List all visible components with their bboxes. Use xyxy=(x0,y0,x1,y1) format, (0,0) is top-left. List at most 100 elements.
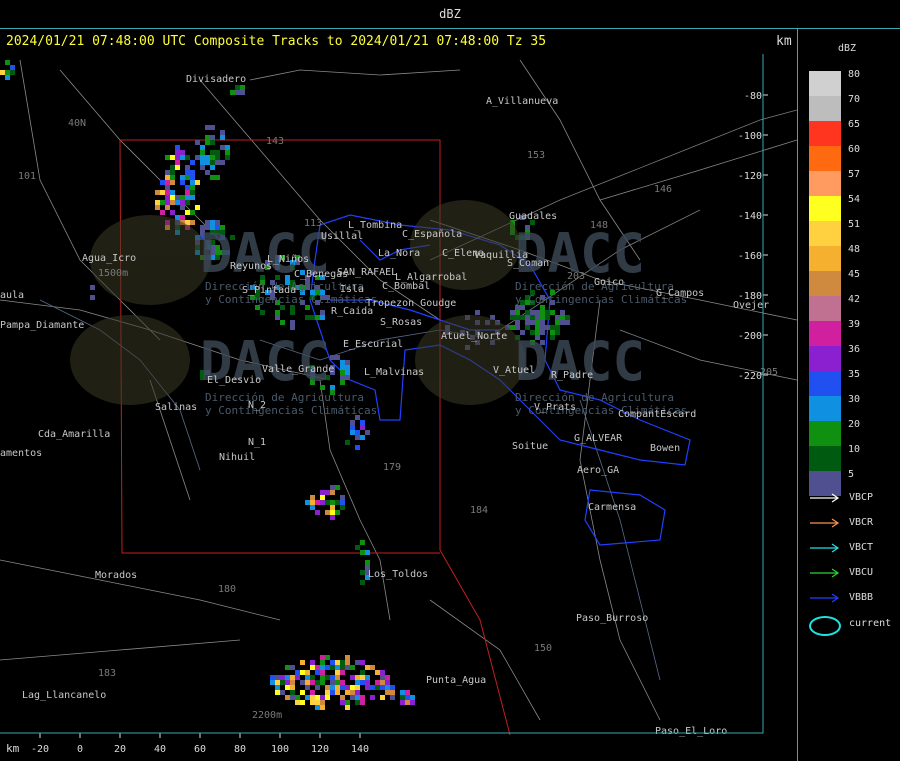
echo-pixel xyxy=(325,675,330,680)
echo-pixel xyxy=(385,675,390,680)
echo-pixel xyxy=(340,660,345,665)
echo-pixel xyxy=(385,680,390,685)
echo-pixel xyxy=(300,700,305,705)
echo-pixel xyxy=(510,315,515,320)
echo-pixel xyxy=(290,665,295,670)
echo-pixel xyxy=(290,690,295,695)
place-label: V_Atuel xyxy=(493,365,535,376)
echo-pixel xyxy=(295,695,300,700)
echo-pixel xyxy=(280,680,285,685)
echo-pixel xyxy=(185,175,190,180)
radar-map[interactable]: DACC DACC DACC DACC Dirección de Agricul… xyxy=(0,54,797,761)
svg-text:146: 146 xyxy=(654,184,672,195)
echo-pixel xyxy=(340,495,345,500)
place-label: L_Malvinas xyxy=(364,367,424,378)
scale-swatch-54 xyxy=(809,196,841,221)
echo-pixel xyxy=(350,665,355,670)
echo-pixel xyxy=(185,165,190,170)
echo-pixel xyxy=(190,190,195,195)
echo-pixel xyxy=(270,675,275,680)
echo-pixel xyxy=(300,680,305,685)
svg-text:179: 179 xyxy=(383,462,401,473)
scale-label-30: 30 xyxy=(848,394,861,405)
echo-pixel xyxy=(310,660,315,665)
echo-pixel xyxy=(360,670,365,675)
scale-label-60: 60 xyxy=(848,144,861,155)
place-label: Usillal xyxy=(321,231,363,242)
x-tick-label: -20 xyxy=(31,744,49,755)
place-label: Paso_Burroso xyxy=(576,613,648,624)
echo-pixel xyxy=(340,365,345,370)
echo-pixel xyxy=(405,690,410,695)
echo-pixel xyxy=(210,140,215,145)
echo-pixel xyxy=(275,685,280,690)
echo-pixel xyxy=(325,690,330,695)
echo-pixel xyxy=(195,180,200,185)
echo-pixel xyxy=(360,695,365,700)
scale-label-70: 70 xyxy=(848,94,861,105)
echo-pixel xyxy=(10,65,15,70)
echo-pixel xyxy=(320,675,325,680)
place-label: N_2 xyxy=(248,400,266,411)
scale-label-54: 54 xyxy=(848,194,861,205)
scale-swatch-30 xyxy=(809,396,841,421)
echo-pixel xyxy=(365,560,370,565)
track-arrow-icon-vbcp xyxy=(810,493,840,503)
echo-pixel xyxy=(335,685,340,690)
track-arrow-icon-vbcr xyxy=(810,518,840,528)
echo-pixel xyxy=(270,680,275,685)
echo-pixel xyxy=(345,660,350,665)
echo-pixel xyxy=(190,195,195,200)
track-label-vbbb: VBBB xyxy=(849,592,874,603)
echo-pixel xyxy=(345,440,350,445)
echo-pixel xyxy=(355,690,360,695)
echo-pixel xyxy=(220,160,225,165)
echo-pixel xyxy=(165,175,170,180)
track-arrow-icon-vbct xyxy=(810,543,840,553)
echo-pixel xyxy=(555,315,560,320)
echo-pixel xyxy=(535,310,540,315)
place-label: Isla xyxy=(340,284,364,295)
place-label: Divisadero xyxy=(186,74,246,85)
echo-pixel xyxy=(170,180,175,185)
echo-pixel xyxy=(550,310,555,315)
scale-label-51: 51 xyxy=(848,219,861,230)
place-label: R_Padre xyxy=(551,370,593,381)
echo-pixel xyxy=(305,680,310,685)
echo-pixel xyxy=(215,175,220,180)
echo-pixel xyxy=(210,160,215,165)
echo-pixel xyxy=(210,125,215,130)
composite-tracks-subtitle: 2024/01/21 07:48:00 UTC Composite Tracks… xyxy=(6,34,547,49)
echo-pixel xyxy=(330,505,335,510)
echo-pixel xyxy=(330,660,335,665)
echo-pixel xyxy=(345,690,350,695)
place-label: Soitue xyxy=(512,441,548,452)
echo-pixel xyxy=(375,670,380,675)
echo-pixel xyxy=(195,205,200,210)
place-label: amentos xyxy=(0,448,42,459)
scale-swatch-48 xyxy=(809,246,841,271)
echo-pixel xyxy=(180,215,185,220)
scale-label-35: 35 xyxy=(848,369,861,380)
svg-text:113: 113 xyxy=(304,218,322,229)
echo-pixel xyxy=(275,675,280,680)
x-tick-label: 20 xyxy=(114,744,126,755)
svg-text:184: 184 xyxy=(470,505,488,516)
echo-pixel xyxy=(345,655,350,660)
place-label: Reyunos xyxy=(230,261,272,272)
y-tick-label: -220 xyxy=(738,371,762,382)
echo-pixel xyxy=(405,700,410,705)
place-label: Tropezon Goudge xyxy=(366,298,456,309)
echo-pixel xyxy=(405,695,410,700)
echo-pixel xyxy=(175,200,180,205)
echo-pixel xyxy=(340,665,345,670)
place-label: Lag_Llancanelo xyxy=(22,690,106,701)
echo-pixel xyxy=(385,690,390,695)
place-label: El_Desvio xyxy=(207,375,261,386)
echo-pixel xyxy=(290,685,295,690)
echo-pixel xyxy=(515,315,520,320)
echo-pixel xyxy=(290,310,295,315)
echo-pixel xyxy=(225,145,230,150)
echo-pixel xyxy=(345,375,350,380)
place-label: Pampa_Diamante xyxy=(0,320,84,331)
